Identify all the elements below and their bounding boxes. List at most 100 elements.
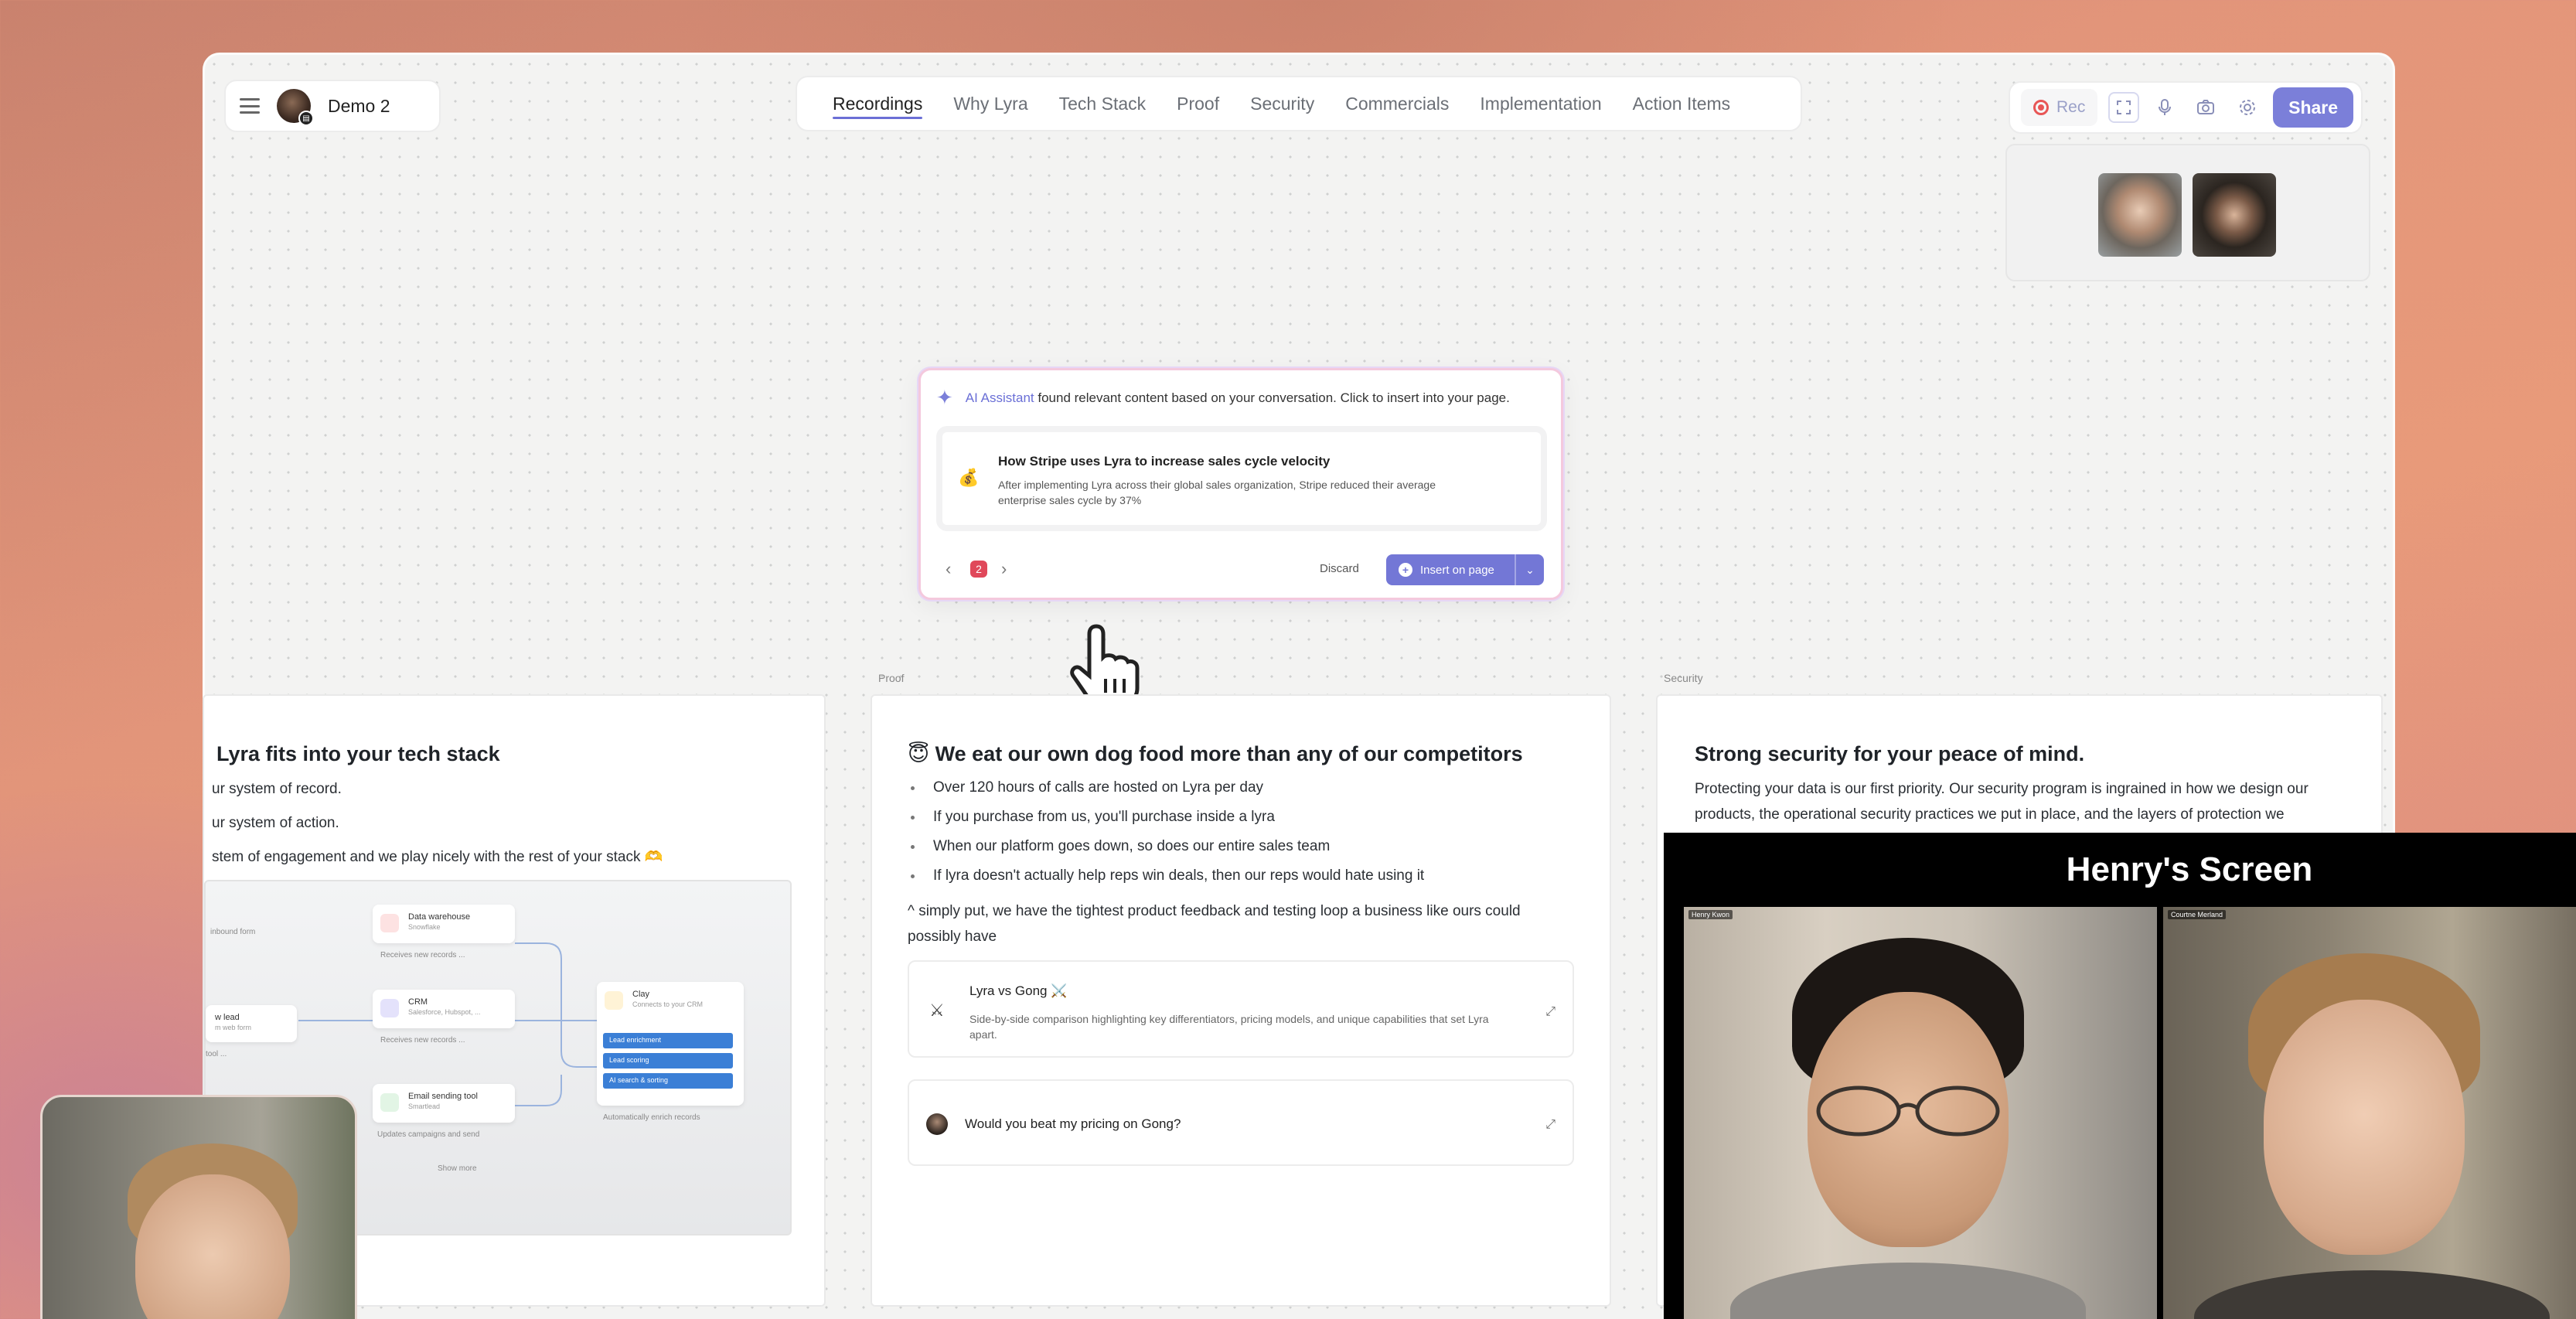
document-title[interactable]: Demo 2 xyxy=(328,96,390,117)
tab-recordings[interactable]: Recordings xyxy=(817,76,938,131)
participant-video[interactable] xyxy=(2098,173,2182,257)
tech-stack-title: Lyra fits into your tech stack xyxy=(216,742,500,765)
embed-description: Side-by-side comparison highlighting key… xyxy=(969,1013,1489,1041)
expand-icon[interactable]: ⤢ xyxy=(1545,1005,1555,1019)
avatar xyxy=(926,1113,948,1135)
avatar[interactable]: ▤ xyxy=(277,89,314,126)
diagram-node-label: Data warehouse xyxy=(408,912,471,922)
menu-icon[interactable] xyxy=(240,98,260,114)
list-item: Over 120 hours of calls are hosted on Ly… xyxy=(911,773,1424,803)
tab-security[interactable]: Security xyxy=(1235,76,1330,131)
list-item: If you purchase from us, you'll purchase… xyxy=(911,803,1424,832)
expand-icon[interactable]: ⤢ xyxy=(1545,1118,1555,1132)
discard-button[interactable]: Discard xyxy=(1320,562,1359,575)
diagram-node-label: w lead xyxy=(215,1013,240,1022)
diagram-note: Updates campaigns and send xyxy=(377,1130,480,1139)
clay-feature: Lead enrichment xyxy=(603,1033,733,1048)
suggestion-description: After implementing Lyra across their glo… xyxy=(998,479,1436,506)
tab-proof[interactable]: Proof xyxy=(1161,76,1235,131)
suggestion-card[interactable]: 💰 How Stripe uses Lyra to increase sales… xyxy=(936,426,1547,531)
embed-question-card[interactable]: Would you beat my pricing on Gong? ⤢ xyxy=(908,1079,1574,1166)
participant-video-right: Courtne Merland xyxy=(2163,907,2576,1319)
call-controls: Rec Share xyxy=(2009,81,2363,134)
embed-title: Lyra vs Gong ⚔️ xyxy=(969,983,1068,998)
ai-assistant-footer: ‹ 2 › Discard + Insert on page ⌄ xyxy=(921,554,1561,585)
tab-action-items[interactable]: Action Items xyxy=(1617,76,1746,131)
list-item: When our platform goes down, so does our… xyxy=(911,832,1424,861)
section-tabs: Recordings Why Lyra Tech Stack Proof Sec… xyxy=(796,76,1802,131)
diagram-note[interactable]: Show more xyxy=(438,1164,477,1173)
swords-icon: ⚔ xyxy=(929,1000,945,1020)
tech-stack-line: ur system of record. xyxy=(212,781,342,797)
security-text: Protecting your data is our first priori… xyxy=(1695,781,2309,823)
diagram-node-sub: m web form xyxy=(215,1024,252,1031)
diagram-node-sub: Snowflake xyxy=(408,923,441,931)
participant-shirt xyxy=(2194,1270,2550,1319)
document-header: ▤ Demo 2 xyxy=(224,80,441,132)
participant-name: Henry Kwon xyxy=(1688,910,1733,919)
tab-implementation[interactable]: Implementation xyxy=(1464,76,1617,131)
diagram-note: tool ... xyxy=(206,1050,227,1058)
record-label: Rec xyxy=(2056,98,2086,116)
participant-video-left: Henry Kwon xyxy=(1684,907,2157,1319)
tab-why-lyra[interactable]: Why Lyra xyxy=(938,76,1043,131)
diagram-note: Receives new records ... xyxy=(380,1036,465,1045)
insert-on-page-button[interactable]: + Insert on page ⌄ xyxy=(1386,554,1544,585)
diagram-node-label: Email sending tool xyxy=(408,1092,478,1101)
diagram-node-label: Clay xyxy=(632,990,650,999)
participant-video[interactable] xyxy=(2193,173,2276,257)
list-item: If lyra doesn't actually help reps win d… xyxy=(911,861,1424,891)
diagram-node-sub: Connects to your CRM xyxy=(632,1000,704,1008)
workspace-badge-icon: ▤ xyxy=(298,111,314,126)
suggestion-title: How Stripe uses Lyra to increase sales c… xyxy=(998,454,1331,469)
proof-paragraph: ^ simply put, we have the tightest produ… xyxy=(908,903,1521,945)
proof-card: 😇 We eat our own dog food more than any … xyxy=(871,694,1611,1307)
diagram-node-crm: CRM Salesforce, Hubspot, ... xyxy=(373,990,515,1028)
tab-commercials[interactable]: Commercials xyxy=(1330,76,1464,131)
security-title: Strong security for your peace of mind. xyxy=(1695,742,2085,765)
diagram-note: inbound form xyxy=(210,928,256,936)
tech-stack-line: stem of engagement and we play nicely wi… xyxy=(212,849,663,865)
diagram-node-data-warehouse: Data warehouse Snowflake xyxy=(373,905,515,943)
clay-icon xyxy=(605,991,623,1010)
plus-icon: + xyxy=(1399,563,1412,577)
tech-stack-line: ur system of action. xyxy=(212,815,339,831)
clay-feature: Lead scoring xyxy=(603,1053,733,1068)
fullscreen-icon[interactable] xyxy=(2108,92,2139,123)
record-button[interactable]: Rec xyxy=(2021,89,2098,126)
participant-face xyxy=(2264,1000,2465,1255)
ai-assistant-header: ✦ AI Assistant found relevant content ba… xyxy=(936,386,1510,410)
ai-assistant-name: AI Assistant xyxy=(965,390,1034,405)
share-button[interactable]: Share xyxy=(2273,87,2354,128)
diagram-note: Automatically enrich records xyxy=(603,1113,700,1122)
section-label-security: Security xyxy=(1664,672,1703,684)
section-label-proof: Proof xyxy=(878,672,905,684)
proof-bullets: Over 120 hours of calls are hosted on Ly… xyxy=(911,773,1424,891)
clay-feature: AI search & sorting xyxy=(603,1073,733,1089)
question-text: Would you beat my pricing on Gong? xyxy=(965,1116,1181,1131)
microphone-icon[interactable] xyxy=(2150,92,2180,123)
settings-gear-icon[interactable] xyxy=(2232,92,2262,123)
money-bag-icon: 💰 xyxy=(958,468,980,487)
participant-shirt xyxy=(1730,1263,2086,1319)
screen-share-title: Henry's Screen xyxy=(2066,850,2313,888)
ai-assistant-message: found relevant content based on your con… xyxy=(1038,390,1510,405)
proof-title: 😇 We eat our own dog food more than any … xyxy=(908,742,1523,765)
sparkle-icon: ✦ xyxy=(936,386,953,409)
screen-share-overlay: Henry's Screen Henry Kwon Courtne Merlan… xyxy=(1664,833,2576,1319)
chevron-right-icon[interactable]: › xyxy=(1001,559,1007,579)
chevron-left-icon[interactable]: ‹ xyxy=(946,559,951,579)
glasses-icon xyxy=(1816,1086,2000,1137)
camera-icon[interactable] xyxy=(2191,92,2221,123)
diagram-note: Receives new records ... xyxy=(380,951,465,959)
tab-tech-stack[interactable]: Tech Stack xyxy=(1044,76,1162,131)
diagram-node-email-tool: Email sending tool Smartlead xyxy=(373,1084,515,1123)
participants-panel xyxy=(2005,144,2370,281)
ai-assistant-card: ✦ AI Assistant found relevant content ba… xyxy=(918,368,1563,600)
diagram-node-label: CRM xyxy=(408,997,428,1007)
database-icon xyxy=(380,914,399,932)
suggestion-count-badge: 2 xyxy=(970,561,987,578)
self-view-webcam[interactable] xyxy=(40,1095,357,1319)
chevron-down-icon[interactable]: ⌄ xyxy=(1515,554,1544,585)
embed-comparison-card[interactable]: ⚔ Lyra vs Gong ⚔️ Side-by-side compariso… xyxy=(908,960,1574,1058)
